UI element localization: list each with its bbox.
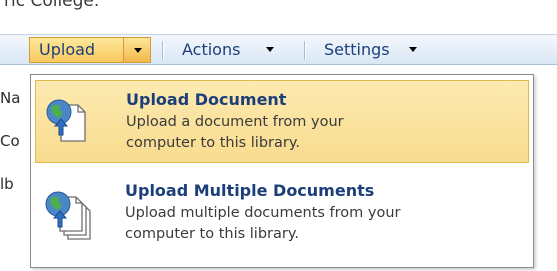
upload-button-label: Upload <box>39 40 96 59</box>
chevron-down-icon <box>266 47 274 52</box>
chevron-down-icon <box>134 48 142 53</box>
upload-dropdown-menu: Upload Document Upload a document from y… <box>30 74 534 268</box>
upload-multiple-documents-title: Upload Multiple Documents <box>125 181 375 200</box>
upload-multiple-documents-menu-item[interactable]: Upload Multiple Documents Upload multipl… <box>35 171 529 259</box>
document-list-fragment: Na Co lb <box>0 65 30 271</box>
upload-multiple-documents-icon <box>45 191 91 240</box>
actions-menu[interactable]: Actions <box>168 35 298 65</box>
settings-menu[interactable]: Settings <box>310 35 430 65</box>
library-toolbar: Upload Actions Settings <box>0 34 557 65</box>
upload-document-icon <box>46 99 86 142</box>
column-header-fragment: Na <box>0 89 21 107</box>
upload-button[interactable]: Upload <box>29 37 124 63</box>
page-title-fragment: ric College. <box>4 0 100 11</box>
toolbar-separator <box>162 41 164 60</box>
list-item-fragment[interactable]: lb <box>0 175 14 193</box>
upload-document-title: Upload Document <box>126 90 287 109</box>
upload-document-menu-item[interactable]: Upload Document Upload a document from y… <box>35 80 529 163</box>
upload-multiple-documents-description: Upload multiple documents from your comp… <box>125 205 401 242</box>
chevron-down-icon <box>409 47 417 52</box>
upload-document-description: Upload a document from your computer to … <box>126 114 344 151</box>
settings-menu-label: Settings <box>324 40 390 59</box>
actions-menu-label: Actions <box>182 40 241 59</box>
list-item-fragment[interactable]: Co <box>0 132 20 150</box>
toolbar-separator <box>304 41 306 60</box>
upload-dropdown-toggle[interactable] <box>123 37 151 63</box>
